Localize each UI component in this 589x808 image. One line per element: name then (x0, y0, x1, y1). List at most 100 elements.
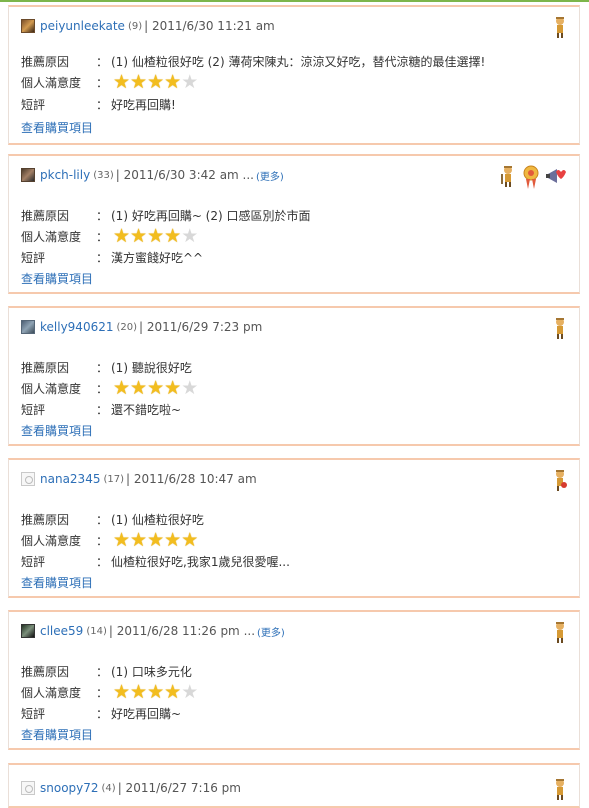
reason-text: (1) 仙楂粒很好吃 (2) 薄荷宋陳丸：涼涼又好吃，替代涼糖的最佳選擇! (111, 54, 486, 69)
rating-stars: ★ ★ ★ ★ ★ (113, 680, 199, 703)
satisfaction-label: 個人滿意度 (21, 685, 82, 700)
view-purchase-link[interactable]: 查看購買項目 (21, 726, 93, 743)
comment-label: 短評 (21, 402, 46, 417)
review-count: (33) (93, 169, 114, 181)
comment-row: 短評 ： 好吃再回購~ (21, 704, 181, 722)
photo-avatar-icon[interactable] (21, 624, 35, 638)
medal-list (551, 316, 569, 340)
more-link[interactable]: (更多) (257, 624, 285, 639)
review-count: (17) (103, 473, 124, 485)
view-purchase-link[interactable]: 查看購買項目 (21, 574, 93, 591)
ribbon-medal-icon[interactable] (521, 164, 541, 190)
review-card: kelly940621 (20) | 2011/6/29 7:23 pm 推薦原… (8, 306, 580, 446)
medal-list (551, 777, 569, 801)
review-count: (4) (101, 782, 116, 794)
star-filled-icon: ★ (113, 376, 131, 399)
review-date: | 2011/6/27 7:16 pm (117, 781, 241, 795)
colon: ： (95, 402, 108, 417)
star-filled-icon: ★ (130, 70, 148, 93)
reason-row: 推薦原因 ： (1) 仙楂粒很好吃 (2) 薄荷宋陳丸：涼涼又好吃，替代涼糖的最… (21, 52, 485, 70)
reason-text: (1) 仙楂粒很好吃 (111, 512, 204, 527)
explorer-medal-icon[interactable] (551, 777, 569, 801)
blank-avatar-icon[interactable] (21, 472, 35, 486)
colon: ： (95, 97, 108, 112)
colon: ： (95, 381, 108, 396)
username-link[interactable]: peiyunleekate (40, 19, 125, 33)
comment-label: 短評 (21, 554, 46, 569)
star-filled-icon: ★ (164, 376, 182, 399)
star-filled-icon: ★ (147, 680, 165, 703)
review-date: | 2011/6/28 11:26 pm ... (108, 624, 256, 638)
megaphone-heart-icon[interactable] (545, 164, 569, 188)
star-empty-icon: ★ (181, 224, 199, 247)
username-link[interactable]: cllee59 (40, 624, 83, 638)
star-filled-icon: ★ (164, 528, 182, 551)
colon: ： (95, 664, 108, 679)
colon: ： (95, 250, 108, 265)
username-link[interactable]: snoopy72 (40, 781, 99, 795)
review-date: | 2011/6/30 3:42 am ... (115, 168, 254, 182)
explorer-medal-icon[interactable] (499, 164, 517, 188)
comment-text: 好吃再回購! (111, 97, 176, 112)
more-link[interactable]: (更多) (256, 168, 284, 183)
photo-avatar-icon[interactable] (21, 168, 35, 182)
reason-label: 推薦原因 (21, 54, 70, 69)
star-empty-icon: ★ (181, 680, 199, 703)
star-filled-icon: ★ (164, 224, 182, 247)
satisfaction-row: 個人滿意度 ： ★ ★ ★ ★ ★ (21, 224, 199, 247)
username-link[interactable]: nana2345 (40, 472, 100, 486)
review-date: | 2011/6/28 10:47 am (126, 472, 257, 486)
reason-label: 推薦原因 (21, 208, 70, 223)
rating-stars: ★ ★ ★ ★ ★ (113, 70, 199, 93)
comment-label: 短評 (21, 706, 46, 721)
photo-avatar-icon[interactable] (21, 19, 35, 33)
colon: ： (95, 706, 108, 721)
reason-label: 推薦原因 (21, 664, 70, 679)
review-count: (20) (116, 321, 138, 333)
blank-avatar-icon[interactable] (21, 781, 35, 795)
photo-avatar-icon[interactable] (21, 320, 35, 334)
review-header: peiyunleekate (9) | 2011/6/30 11:21 am (21, 17, 275, 35)
medal-list (551, 15, 569, 39)
review-card: snoopy72 (4) | 2011/6/27 7:16 pm (8, 763, 580, 808)
star-filled-icon: ★ (147, 376, 165, 399)
star-filled-icon: ★ (113, 680, 131, 703)
username-link[interactable]: pkch-lily (40, 168, 90, 182)
review-header: pkch-lily (33) | 2011/6/30 3:42 am ... (… (21, 166, 284, 184)
star-empty-icon: ★ (181, 70, 199, 93)
view-purchase-link[interactable]: 查看購買項目 (21, 422, 93, 439)
explorer-red-medal-icon[interactable] (551, 468, 569, 492)
star-filled-icon: ★ (147, 528, 165, 551)
rating-stars: ★ ★ ★ ★ ★ (113, 376, 199, 399)
reason-label: 推薦原因 (21, 360, 70, 375)
explorer-medal-icon[interactable] (551, 620, 569, 644)
star-filled-icon: ★ (113, 528, 131, 551)
comment-text: 還不錯吃啦~ (111, 402, 182, 417)
comment-text: 好吃再回購~ (111, 706, 182, 721)
explorer-medal-icon[interactable] (551, 15, 569, 39)
satisfaction-label: 個人滿意度 (21, 75, 82, 90)
satisfaction-row: 個人滿意度 ： ★ ★ ★ ★ ★ (21, 680, 199, 703)
star-filled-icon: ★ (130, 376, 148, 399)
reason-text: (1) 好吃再回購~ (2) 口感區別於市面 (111, 208, 311, 223)
reason-row: 推薦原因 ： (1) 仙楂粒很好吃 (21, 510, 204, 528)
comment-row: 短評 ： 好吃再回購! (21, 95, 176, 113)
star-empty-icon: ★ (181, 376, 199, 399)
satisfaction-label: 個人滿意度 (21, 533, 82, 548)
view-purchase-link[interactable]: 查看購買項目 (21, 270, 93, 287)
review-card: nana2345 (17) | 2011/6/28 10:47 am 推薦原因 … (8, 458, 580, 598)
reason-text: (1) 口味多元化 (111, 664, 192, 679)
review-header: nana2345 (17) | 2011/6/28 10:47 am (21, 470, 257, 488)
explorer-medal-icon[interactable] (551, 316, 569, 340)
view-purchase-link[interactable]: 查看購買項目 (21, 119, 93, 136)
review-card: pkch-lily (33) | 2011/6/30 3:42 am ... (… (8, 154, 580, 294)
review-date: | 2011/6/29 7:23 pm (139, 320, 263, 334)
rating-stars: ★ ★ ★ ★ ★ (113, 528, 198, 551)
satisfaction-row: 個人滿意度 ： ★ ★ ★ ★ ★ (21, 376, 199, 399)
reason-row: 推薦原因 ： (1) 聽說很好吃 (21, 358, 192, 376)
star-filled-icon: ★ (147, 70, 165, 93)
comment-row: 短評 ： 仙楂粒很好吃,我家1歲兒很愛喔... (21, 552, 290, 570)
reason-row: 推薦原因 ： (1) 好吃再回購~ (2) 口感區別於市面 (21, 206, 311, 224)
comment-text: 漢方蜜餞好吃^^ (111, 250, 204, 265)
username-link[interactable]: kelly940621 (40, 320, 113, 334)
